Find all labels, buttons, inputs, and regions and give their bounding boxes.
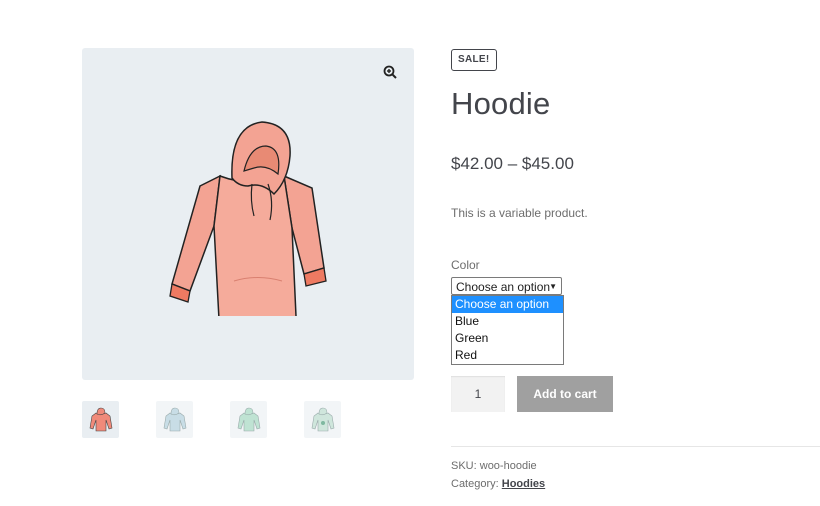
zoom-in-icon [383, 65, 397, 79]
thumbnail-hoodie-green[interactable] [230, 401, 267, 438]
hoodie-thumbnail-image [89, 407, 112, 431]
category-link[interactable]: Hoodies [502, 478, 545, 490]
category-label: Category: [451, 478, 499, 490]
color-select-value: Choose an option [456, 280, 551, 294]
color-option[interactable]: Red [452, 347, 563, 364]
sku-value: woo-hoodie [479, 460, 537, 472]
color-option[interactable]: Blue [452, 313, 563, 330]
color-select[interactable]: Choose an option ▼ [451, 277, 562, 295]
hoodie-thumbnail-image [237, 407, 260, 431]
color-dropdown-list: Choose an option Blue Green Red [451, 295, 564, 365]
sale-badge: SALE! [451, 49, 497, 71]
chevron-down-icon: ▼ [549, 282, 557, 291]
hoodie-thumbnail-image [311, 407, 334, 431]
divider [451, 446, 820, 447]
color-label: Color [451, 258, 480, 272]
add-to-cart-button[interactable]: Add to cart [517, 376, 613, 412]
color-option[interactable]: Choose an option [452, 296, 563, 313]
color-option[interactable]: Green [452, 330, 563, 347]
category-meta: Category: Hoodies [451, 478, 545, 490]
quantity-input[interactable]: 1 [451, 376, 505, 412]
hoodie-image[interactable] [162, 116, 337, 316]
product-description: This is a variable product. [451, 206, 588, 220]
zoom-button[interactable] [380, 62, 400, 82]
product-gallery [82, 48, 414, 380]
thumbnail-hoodie-blue[interactable] [156, 401, 193, 438]
product-price: $42.00 – $45.00 [451, 154, 574, 173]
product-title: Hoodie [451, 86, 551, 121]
sku-meta: SKU: woo-hoodie [451, 460, 537, 472]
thumbnail-hoodie-green-logo[interactable] [304, 401, 341, 438]
sku-label: SKU: [451, 460, 477, 472]
thumbnail-hoodie-red[interactable] [82, 401, 119, 438]
hoodie-thumbnail-image [163, 407, 186, 431]
